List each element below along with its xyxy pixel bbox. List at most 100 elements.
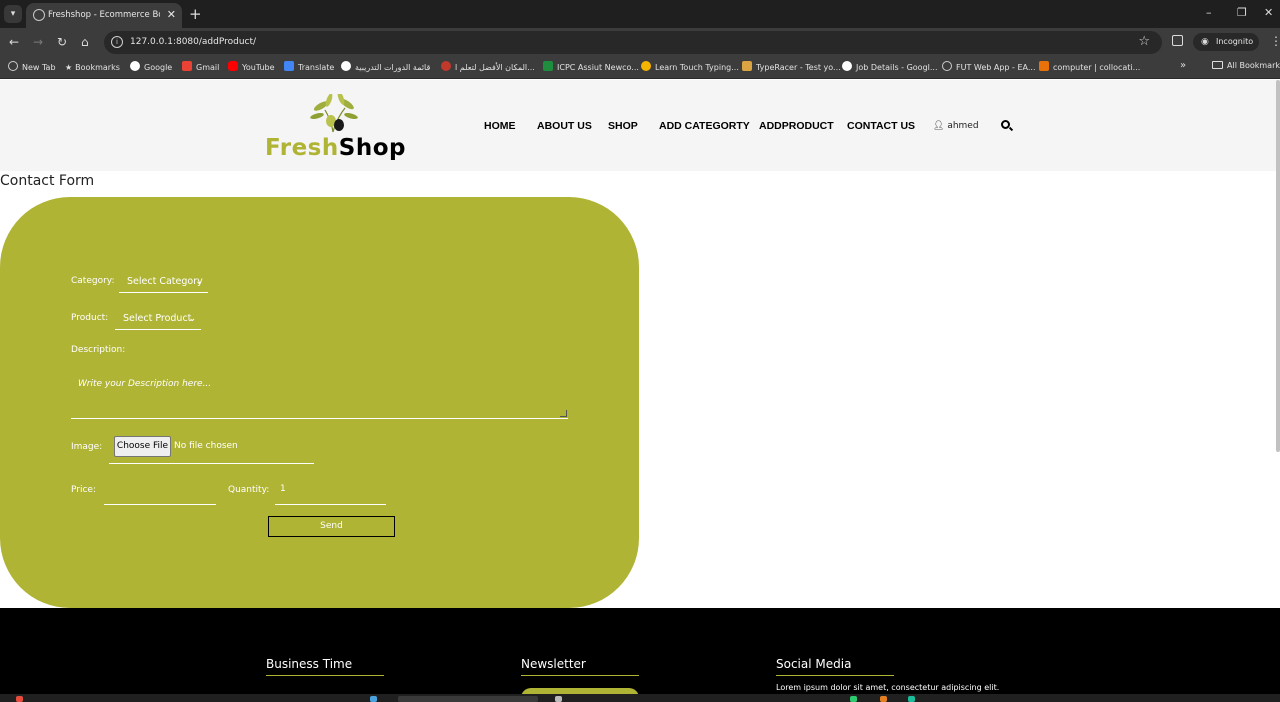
bookmark-star-icon[interactable]: ☆ — [1138, 34, 1150, 50]
bookmark-item[interactable]: Job Details - Googl... — [842, 61, 938, 74]
all-bookmarks-button[interactable]: All Bookmarks — [1212, 61, 1280, 70]
sheets-icon — [543, 61, 553, 71]
os-taskbar — [0, 694, 1280, 702]
bookmark-item[interactable]: المكان الأفضل لتعلم ا... — [441, 61, 535, 74]
chevron-down-icon: ⌄ — [195, 277, 203, 287]
heading-underline — [521, 675, 639, 676]
address-bar[interactable]: i 127.0.0.1:8080/addProduct/ ☆ — [104, 31, 1162, 54]
olive-icon — [310, 91, 358, 133]
incognito-badge[interactable]: ◉ Incognito — [1193, 33, 1259, 51]
start-icon[interactable] — [370, 696, 377, 702]
globe-icon — [942, 61, 952, 71]
category-select[interactable]: Select Category ⌄ — [119, 273, 208, 293]
bookmark-item[interactable]: ★ Bookmarks — [65, 61, 120, 74]
footer-newsletter-heading: Newsletter — [521, 657, 586, 671]
description-label: Description: — [71, 345, 126, 355]
image-label: Image: — [71, 442, 103, 452]
bookmark-item[interactable]: computer | collocati... — [1039, 61, 1140, 74]
reload-icon[interactable]: ↻ — [57, 34, 67, 50]
home-icon[interactable]: ⌂ — [81, 34, 89, 50]
bookmark-item[interactable]: Google — [130, 61, 172, 74]
youtube-icon — [228, 61, 238, 71]
site-logo[interactable]: FreshShop — [265, 91, 406, 164]
bookmark-item[interactable]: Translate — [284, 61, 334, 74]
taskbar-app-icon[interactable] — [880, 696, 887, 702]
gmail-icon — [182, 61, 192, 71]
google-icon — [341, 61, 351, 71]
username: ahmed — [947, 121, 979, 131]
browser-tab[interactable]: Freshshop - Ecommerce Bootstrap ✕ — [26, 3, 182, 28]
restore-icon[interactable]: ❐ — [1237, 5, 1247, 21]
category-select-value: Select Category — [127, 276, 203, 287]
search-icon[interactable] — [1001, 120, 1010, 129]
forward-icon[interactable]: → — [33, 34, 43, 50]
globe-icon — [33, 9, 45, 21]
url-text[interactable]: 127.0.0.1:8080/addProduct/ — [130, 36, 256, 49]
page-title: Contact Form — [0, 173, 95, 189]
send-button[interactable]: Send — [268, 516, 395, 537]
image-file-input[interactable]: Choose File No file chosen — [109, 435, 314, 464]
close-window-icon[interactable]: ✕ — [1264, 5, 1273, 21]
nav-contact-us[interactable]: CONTACT US — [847, 118, 915, 134]
logo-text: FreshShop — [265, 135, 406, 161]
footer-social-text: Lorem ipsum dolor sit amet, consectetur … — [776, 683, 1000, 692]
weather-icon[interactable] — [16, 696, 23, 702]
bookmark-item[interactable]: Learn Touch Typing... — [641, 61, 739, 74]
tab-search-button[interactable]: ▾ — [4, 5, 22, 23]
google-icon — [842, 61, 852, 71]
user-icon: 👤︎ — [933, 121, 945, 131]
resize-handle-icon[interactable] — [560, 410, 567, 417]
nav-about-us[interactable]: ABOUT US — [537, 118, 592, 134]
more-bookmarks-icon[interactable]: » — [1180, 60, 1186, 71]
bookmark-item[interactable]: Gmail — [182, 61, 219, 74]
minimize-icon[interactable]: – — [1206, 5, 1212, 21]
price-input[interactable] — [104, 483, 216, 505]
typeracer-icon — [742, 61, 752, 71]
site-icon — [641, 61, 651, 71]
heading-underline — [776, 675, 894, 676]
nav-home[interactable]: HOME — [484, 118, 516, 134]
close-tab-icon[interactable]: ✕ — [167, 7, 176, 23]
translate-icon — [284, 61, 294, 71]
bookmarks-bar: New Tab ★ Bookmarks Google Gmail YouTube … — [0, 56, 1280, 79]
bookmark-item[interactable]: YouTube — [228, 61, 275, 74]
choose-file-button[interactable]: Choose File — [114, 436, 171, 457]
nav-add-product[interactable]: ADDPRODUCT — [759, 118, 834, 134]
quantity-input[interactable]: 1 — [275, 478, 386, 505]
browser-toolbar: ← → ↻ ⌂ i 127.0.0.1:8080/addProduct/ ☆ — [0, 28, 1280, 56]
bookmark-item[interactable]: قائمة الدورات التدريبية — [341, 61, 430, 74]
nav-shop[interactable]: SHOP — [608, 118, 638, 134]
description-textarea[interactable]: Write your Description here... — [71, 366, 568, 419]
back-icon[interactable]: ← — [9, 34, 19, 50]
side-panel-icon[interactable] — [1172, 35, 1183, 46]
site-icon — [1039, 61, 1049, 71]
taskbar-app-icon[interactable] — [555, 696, 562, 702]
bookmark-item[interactable]: FUT Web App - EA... — [942, 61, 1036, 74]
tab-title: Freshshop - Ecommerce Bootstrap — [48, 10, 160, 20]
taskbar-search[interactable] — [398, 696, 538, 702]
user-account-link[interactable]: 👤︎ ahmed — [933, 119, 979, 133]
nav-add-category[interactable]: ADD CATEGORTY — [659, 118, 750, 134]
taskbar-app-icon[interactable] — [850, 696, 857, 702]
chevron-down-icon: ⌄ — [188, 314, 196, 324]
price-label: Price: — [71, 485, 96, 495]
site-info-icon[interactable]: i — [111, 36, 123, 48]
page-scrollbar[interactable] — [1276, 80, 1280, 452]
bookmark-item[interactable]: New Tab — [8, 61, 56, 74]
new-tab-button[interactable]: + — [189, 5, 202, 23]
browser-tab-strip: ▾ Freshshop - Ecommerce Bootstrap ✕ + – … — [0, 0, 1280, 28]
incognito-label: Incognito — [1216, 37, 1254, 46]
more-menu-icon[interactable]: ⋮ — [1270, 33, 1280, 49]
site-icon — [441, 61, 451, 71]
bookmark-item[interactable]: ICPC Assiut Newco... — [543, 61, 639, 74]
footer-business-time-heading: Business Time — [266, 657, 353, 671]
google-icon — [130, 61, 140, 71]
product-label: Product: — [71, 313, 109, 323]
incognito-icon: ◉ — [1201, 37, 1209, 47]
bookmark-item[interactable]: TypeRacer - Test yo... — [742, 61, 841, 74]
taskbar-app-icon[interactable] — [908, 696, 915, 702]
product-select[interactable]: Select Product ⌄ — [115, 310, 201, 330]
heading-underline — [266, 675, 384, 676]
footer-social-media-heading: Social Media — [776, 657, 852, 671]
site-footer: Business Time Newsletter Social Media Lo… — [0, 608, 1280, 700]
